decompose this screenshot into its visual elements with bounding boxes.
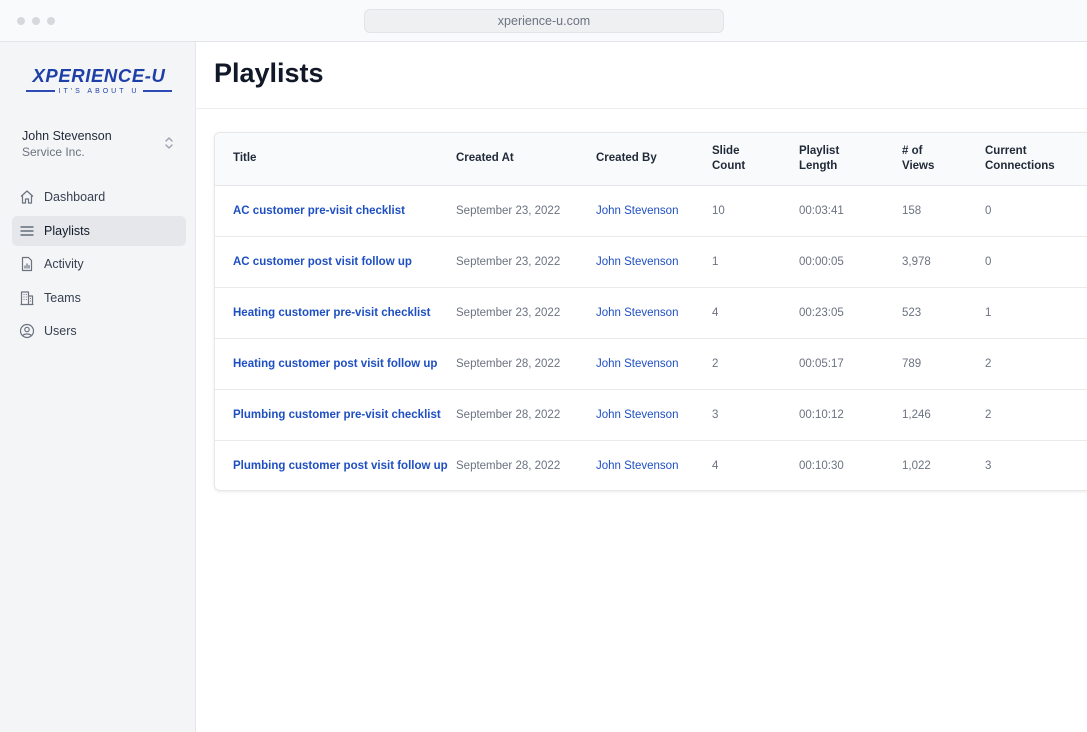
home-icon (19, 189, 35, 205)
playlist-title-link[interactable]: AC customer pre-visit checklist (215, 185, 456, 236)
window-controls (17, 17, 55, 25)
chevron-up-down-icon (165, 137, 173, 149)
account-name: John Stevenson (22, 129, 112, 143)
slide-count-cell: 10 (712, 204, 725, 217)
sidebar-item-label: Users (44, 324, 77, 338)
created-by-link[interactable]: John Stevenson (596, 287, 712, 338)
created-at-cell: September 28, 2022 (456, 459, 561, 472)
building-icon (19, 290, 35, 306)
column-header-slide-count-label: Slide Count (712, 144, 746, 172)
slide-count-cell: 4 (712, 306, 719, 319)
column-header-current-connections-label: Current Connections (985, 144, 1055, 172)
slide-count-cell: 3 (712, 408, 719, 421)
playlist-title-link[interactable]: Heating customer pre-visit checklist (215, 287, 456, 338)
views-cell: 789 (902, 357, 922, 370)
slide-count-cell: 4 (712, 459, 719, 472)
created-at-cell: September 23, 2022 (456, 255, 561, 268)
column-header-views[interactable]: # of Views (902, 133, 985, 186)
document-chart-icon (19, 256, 35, 272)
playlist-title-link[interactable]: AC customer post visit follow up (215, 236, 456, 287)
column-header-playlist-length[interactable]: Playlist Length (799, 133, 902, 186)
table-row[interactable]: Plumbing customer post visit follow up S… (215, 440, 1087, 490)
list-icon (19, 223, 35, 239)
playlist-title-link[interactable]: Heating customer post visit follow up (215, 338, 456, 389)
connections-cell: 0 (985, 255, 992, 268)
sidebar-item-label: Dashboard (44, 190, 106, 204)
playlists-table: Title Created At Created By Slide Count … (215, 133, 1087, 490)
brand-logo[interactable]: XPERIENCE-U IT'S ABOUT U (26, 65, 172, 96)
column-header-slide-count[interactable]: Slide Count (712, 133, 799, 186)
sidebar-item-teams[interactable]: Teams (12, 283, 186, 313)
table-row[interactable]: Plumbing customer pre-visit checklist Se… (215, 389, 1087, 440)
column-header-current-connections[interactable]: Current Connections (985, 133, 1087, 186)
column-header-created-by[interactable]: Created By (596, 133, 712, 186)
main-content: Playlists Title Created At Created By Sl… (196, 42, 1087, 732)
user-circle-icon (19, 323, 35, 339)
connections-cell: 0 (985, 204, 992, 217)
connections-cell: 1 (985, 306, 992, 319)
brand-tagline-row: IT'S ABOUT U (26, 86, 172, 96)
account-switcher[interactable]: John Stevenson Service Inc. (22, 128, 177, 162)
playlist-length-cell: 00:10:12 (799, 408, 844, 421)
table-row[interactable]: AC customer pre-visit checklist Septembe… (215, 185, 1087, 236)
views-cell: 523 (902, 306, 922, 319)
connections-cell: 2 (985, 357, 992, 370)
sidebar-item-playlists[interactable]: Playlists (12, 215, 186, 246)
table-row[interactable]: Heating customer post visit follow up Se… (215, 338, 1087, 389)
column-header-title[interactable]: Title (215, 133, 456, 186)
playlist-length-cell: 00:10:30 (799, 459, 844, 472)
sidebar: XPERIENCE-U IT'S ABOUT U John Stevenson … (0, 42, 196, 732)
sidebar-nav: Dashboard Playlists Activity Teams Users (12, 182, 186, 350)
created-at-cell: September 28, 2022 (456, 357, 561, 370)
brand-tagline: IT'S ABOUT U (58, 87, 140, 95)
playlist-title-link[interactable]: Plumbing customer pre-visit checklist (215, 389, 456, 440)
playlist-title-link[interactable]: Plumbing customer post visit follow up (215, 440, 456, 490)
connections-cell: 3 (985, 459, 992, 472)
slide-count-cell: 2 (712, 357, 719, 370)
connections-cell: 2 (985, 408, 992, 421)
address-bar[interactable]: xperience-u.com (364, 9, 724, 33)
sidebar-item-label: Playlists (44, 223, 90, 238)
table-row[interactable]: Heating customer pre-visit checklist Sep… (215, 287, 1087, 338)
playlist-length-cell: 00:00:05 (799, 255, 844, 268)
views-cell: 1,022 (902, 459, 931, 472)
column-header-playlist-length-label: Playlist Length (799, 144, 840, 172)
close-window-dot[interactable] (17, 17, 25, 25)
views-cell: 3,978 (902, 255, 931, 268)
column-header-views-label: # of Views (902, 144, 935, 172)
created-by-link[interactable]: John Stevenson (596, 185, 712, 236)
sidebar-item-activity[interactable]: Activity (12, 249, 186, 279)
created-at-cell: September 23, 2022 (456, 204, 561, 217)
table-row[interactable]: AC customer post visit follow up Septemb… (215, 236, 1087, 287)
views-cell: 1,246 (902, 408, 931, 421)
account-organization: Service Inc. (22, 145, 85, 159)
playlist-length-cell: 00:03:41 (799, 204, 844, 217)
page-header: Playlists (196, 42, 1087, 109)
maximize-window-dot[interactable] (47, 17, 55, 25)
created-by-link[interactable]: John Stevenson (596, 389, 712, 440)
sidebar-item-label: Activity (44, 257, 84, 271)
app-window: xperience-u.com XPERIENCE-U IT'S ABOUT U… (0, 0, 1087, 732)
page-title: Playlists (214, 58, 324, 88)
brand-name: XPERIENCE-U (32, 65, 166, 86)
playlist-length-cell: 00:23:05 (799, 306, 844, 319)
playlist-length-cell: 00:05:17 (799, 357, 844, 370)
slide-count-cell: 1 (712, 255, 719, 268)
sidebar-item-users[interactable]: Users (12, 316, 186, 346)
table-header-row: Title Created At Created By Slide Count … (215, 133, 1087, 186)
created-by-link[interactable]: John Stevenson (596, 236, 712, 287)
minimize-window-dot[interactable] (32, 17, 40, 25)
sidebar-item-label: Teams (44, 290, 81, 305)
created-by-link[interactable]: John Stevenson (596, 440, 712, 490)
created-at-cell: September 23, 2022 (456, 306, 561, 319)
sidebar-item-dashboard[interactable]: Dashboard (12, 182, 186, 212)
playlists-table-card: Title Created At Created By Slide Count … (214, 132, 1087, 491)
created-at-cell: September 28, 2022 (456, 408, 561, 421)
views-cell: 158 (902, 204, 922, 217)
column-header-created-at[interactable]: Created At (456, 133, 596, 186)
browser-chrome: xperience-u.com (0, 0, 1087, 42)
created-by-link[interactable]: John Stevenson (596, 338, 712, 389)
